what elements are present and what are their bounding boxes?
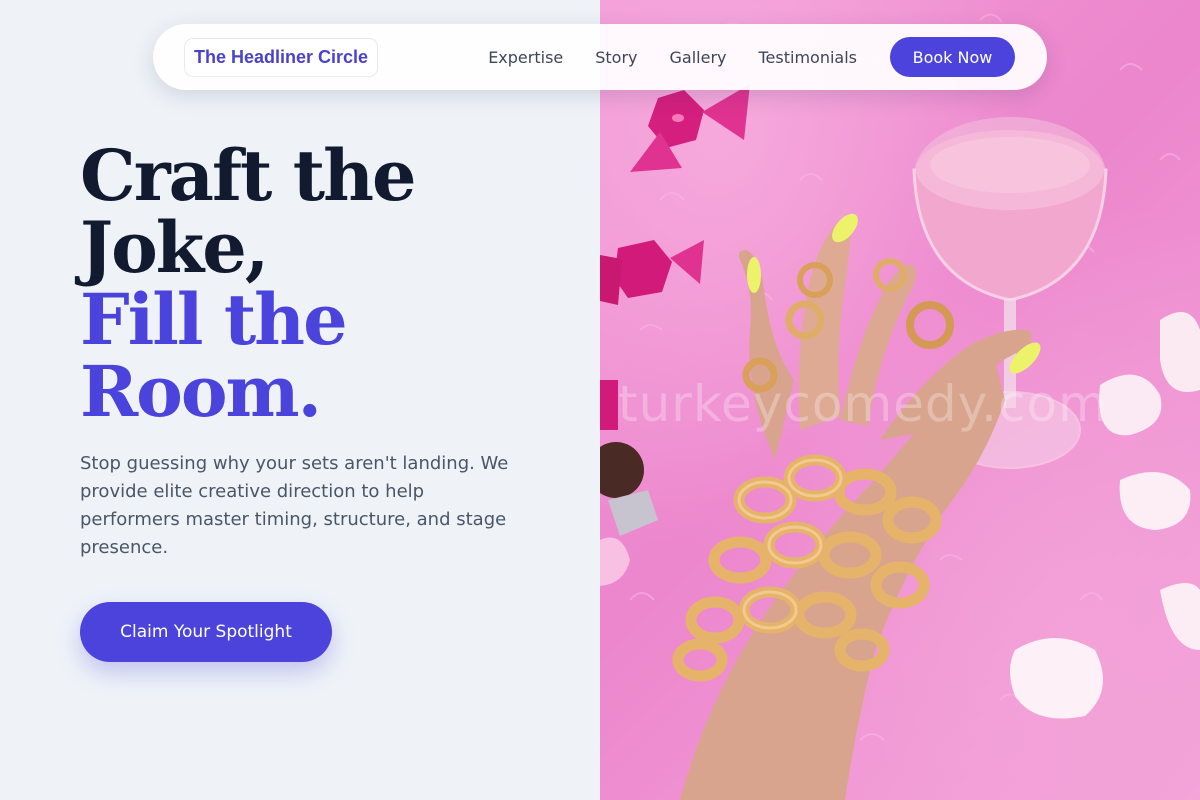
watermark-text: turkeycomedy.com	[618, 375, 1108, 433]
hero-section: Craft the Joke, Fill the Room. Stop gues…	[80, 140, 550, 562]
top-nav: The Headliner Circle Expertise Story Gal…	[153, 24, 1047, 90]
hero-photo: turkeycomedy.com	[600, 0, 1200, 800]
headline-line-2: Joke,	[80, 206, 269, 289]
hero-headline: Craft the Joke, Fill the Room.	[80, 140, 550, 428]
nav-link-gallery[interactable]: Gallery	[670, 48, 727, 67]
claim-spotlight-button[interactable]: Claim Your Spotlight	[80, 602, 332, 662]
hero-description: Stop guessing why your sets aren't landi…	[80, 453, 509, 558]
nav-link-expertise[interactable]: Expertise	[488, 48, 563, 67]
nav-link-story[interactable]: Story	[595, 48, 637, 67]
nav-link-testimonials[interactable]: Testimonials	[759, 48, 858, 67]
headline-accent-line-1: Fill the	[80, 278, 348, 361]
nav-links: Expertise Story Gallery Testimonials	[488, 48, 857, 67]
headline-accent-line-2: Room.	[80, 350, 322, 433]
book-now-button[interactable]: Book Now	[890, 37, 1015, 77]
headline-line-1: Craft the	[80, 134, 417, 217]
brand-logo[interactable]: The Headliner Circle	[185, 38, 378, 76]
